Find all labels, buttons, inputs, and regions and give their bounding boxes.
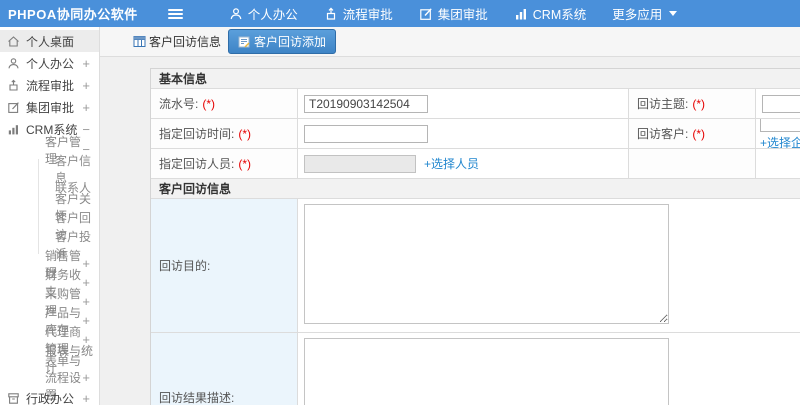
menu-item-label: CRM系统: [532, 8, 587, 22]
app-title: PHPOA协同办公软件: [8, 7, 138, 22]
menu-item-personal-office[interactable]: 个人办公: [229, 4, 298, 23]
flow-icon: [7, 79, 20, 92]
sidebar-item-group-approval[interactable]: 集团审批 +: [0, 96, 99, 118]
sidebar-item-administration[interactable]: 行政办公 +: [0, 387, 99, 405]
sidebar-item-label: 个人办公: [26, 56, 75, 71]
tab-bar: 客户回访信息 客户回访添加: [100, 27, 800, 57]
edit-icon: [7, 101, 20, 114]
required-marker: (*): [202, 96, 216, 111]
edit-icon: [419, 7, 433, 21]
menu-item-crm-system[interactable]: CRM系统: [514, 4, 586, 23]
visit-customer-input[interactable]: [760, 119, 800, 132]
serial-number-input[interactable]: [304, 94, 428, 113]
expand-icon[interactable]: +: [82, 276, 99, 289]
sidebar-item-personal-office[interactable]: 个人办公 +: [0, 52, 99, 74]
serial-number-cell: [298, 89, 629, 119]
topbar: PHPOA协同办公软件 个人办公 流程审批 集团审批 CRM系统 更多应用: [0, 0, 800, 27]
tab-customer-visit-add[interactable]: 客户回访添加: [228, 29, 337, 54]
visit-subject-label: 回访主题: (*): [629, 89, 756, 119]
visit-purpose-label: 回访目的:: [151, 199, 298, 333]
visit-customer-label: 回访客户: (*): [629, 119, 756, 149]
serial-number-label: 流水号: (*): [151, 89, 298, 119]
visit-purpose-cell: [298, 199, 800, 333]
expand-icon[interactable]: +: [82, 257, 99, 270]
sidebar-item-label: 集团审批: [26, 100, 75, 115]
person-icon: [229, 7, 243, 21]
visit-customer-cell: +选择企业: [756, 119, 800, 149]
sidebar-item-label: 流程审批: [26, 78, 75, 93]
sidebar-item-workflow-approval[interactable]: 流程审批 +: [0, 74, 99, 96]
planned-visit-time-input[interactable]: [304, 124, 428, 143]
menu-item-label: 个人办公: [247, 8, 298, 22]
planned-visitor-input[interactable]: [304, 154, 416, 173]
visit-result-textarea[interactable]: [304, 338, 669, 405]
expand-icon[interactable]: +: [82, 314, 99, 327]
empty-input-cell: [756, 149, 800, 179]
expand-icon[interactable]: +: [82, 101, 99, 114]
caret-down-icon: [669, 11, 678, 16]
hamburger-menu-icon[interactable]: [167, 8, 183, 19]
expand-icon[interactable]: +: [82, 371, 99, 384]
chart-icon: [7, 123, 20, 136]
planned-visit-time-cell: [298, 119, 629, 149]
menu-item-workflow-approval[interactable]: 流程审批: [324, 4, 393, 23]
menu-item-label: 集团审批: [437, 8, 488, 22]
expand-icon[interactable]: +: [82, 295, 99, 308]
topbar-menu: 个人办公 流程审批 集团审批 CRM系统 更多应用: [229, 4, 678, 23]
visit-purpose-textarea[interactable]: [304, 204, 669, 324]
expand-icon[interactable]: +: [82, 79, 99, 92]
menu-item-label: 更多应用: [612, 8, 663, 22]
tab-label: 客户回访添加: [254, 35, 327, 49]
collapse-icon[interactable]: −: [82, 123, 99, 136]
expand-icon[interactable]: +: [82, 57, 99, 70]
visit-result-label: 回访结果描述:: [151, 333, 298, 405]
sidebar: 个人桌面 个人办公 + 流程审批 + 集团审批 + CRM系统 − 客户管理 −…: [0, 27, 100, 405]
tab-customer-visit-info[interactable]: 客户回访信息: [133, 33, 221, 50]
select-company-link[interactable]: +选择企业: [760, 134, 800, 148]
required-marker: (*): [238, 156, 252, 171]
planned-visitor-cell: +选择人员: [298, 149, 629, 179]
planned-visit-time-label: 指定回访时间: (*): [151, 119, 298, 149]
select-personnel-link[interactable]: +选择人员: [424, 155, 479, 172]
sidebar-item-form-workflow-settings[interactable]: 表单与流程设置 +: [0, 354, 99, 402]
sidebar-item-personal-desktop[interactable]: 个人桌面: [0, 30, 99, 52]
person-icon: [7, 57, 20, 70]
menu-item-label: 流程审批: [342, 8, 393, 22]
planned-visitor-label: 指定回访人员: (*): [151, 149, 298, 179]
visit-subject-input[interactable]: [762, 94, 800, 113]
section-header-basic-info: 基本信息: [151, 69, 800, 89]
tab-label: 客户回访信息: [149, 35, 222, 49]
customer-visit-add-form: 基本信息 流水号:(*) 回访主题:(*) 指定回访时间:(*) 回访客户:(*…: [150, 68, 800, 405]
visit-subject-cell: [756, 89, 800, 119]
visit-result-cell: [298, 333, 800, 405]
required-marker: (*): [692, 96, 706, 111]
expand-icon[interactable]: +: [82, 392, 99, 405]
menu-item-group-approval[interactable]: 集团审批: [419, 4, 488, 23]
home-icon: [7, 35, 20, 48]
chart-icon: [514, 7, 528, 21]
section-header-visit-info: 客户回访信息: [151, 179, 800, 199]
required-marker: (*): [238, 126, 252, 141]
flow-icon: [324, 7, 338, 21]
form-add-icon: [238, 36, 250, 48]
required-marker: (*): [692, 126, 706, 141]
building-icon: [7, 392, 20, 405]
sidebar-item-label: 个人桌面: [26, 34, 75, 49]
sidebar-item-label: 行政办公: [26, 391, 75, 405]
menu-item-more-apps[interactable]: 更多应用: [612, 4, 678, 23]
customer-management-submenu: 客户信息 联系人 客户关怀 客户回访 客户投诉: [38, 154, 99, 261]
table-icon: [133, 35, 146, 48]
empty-label-cell: [629, 149, 756, 179]
